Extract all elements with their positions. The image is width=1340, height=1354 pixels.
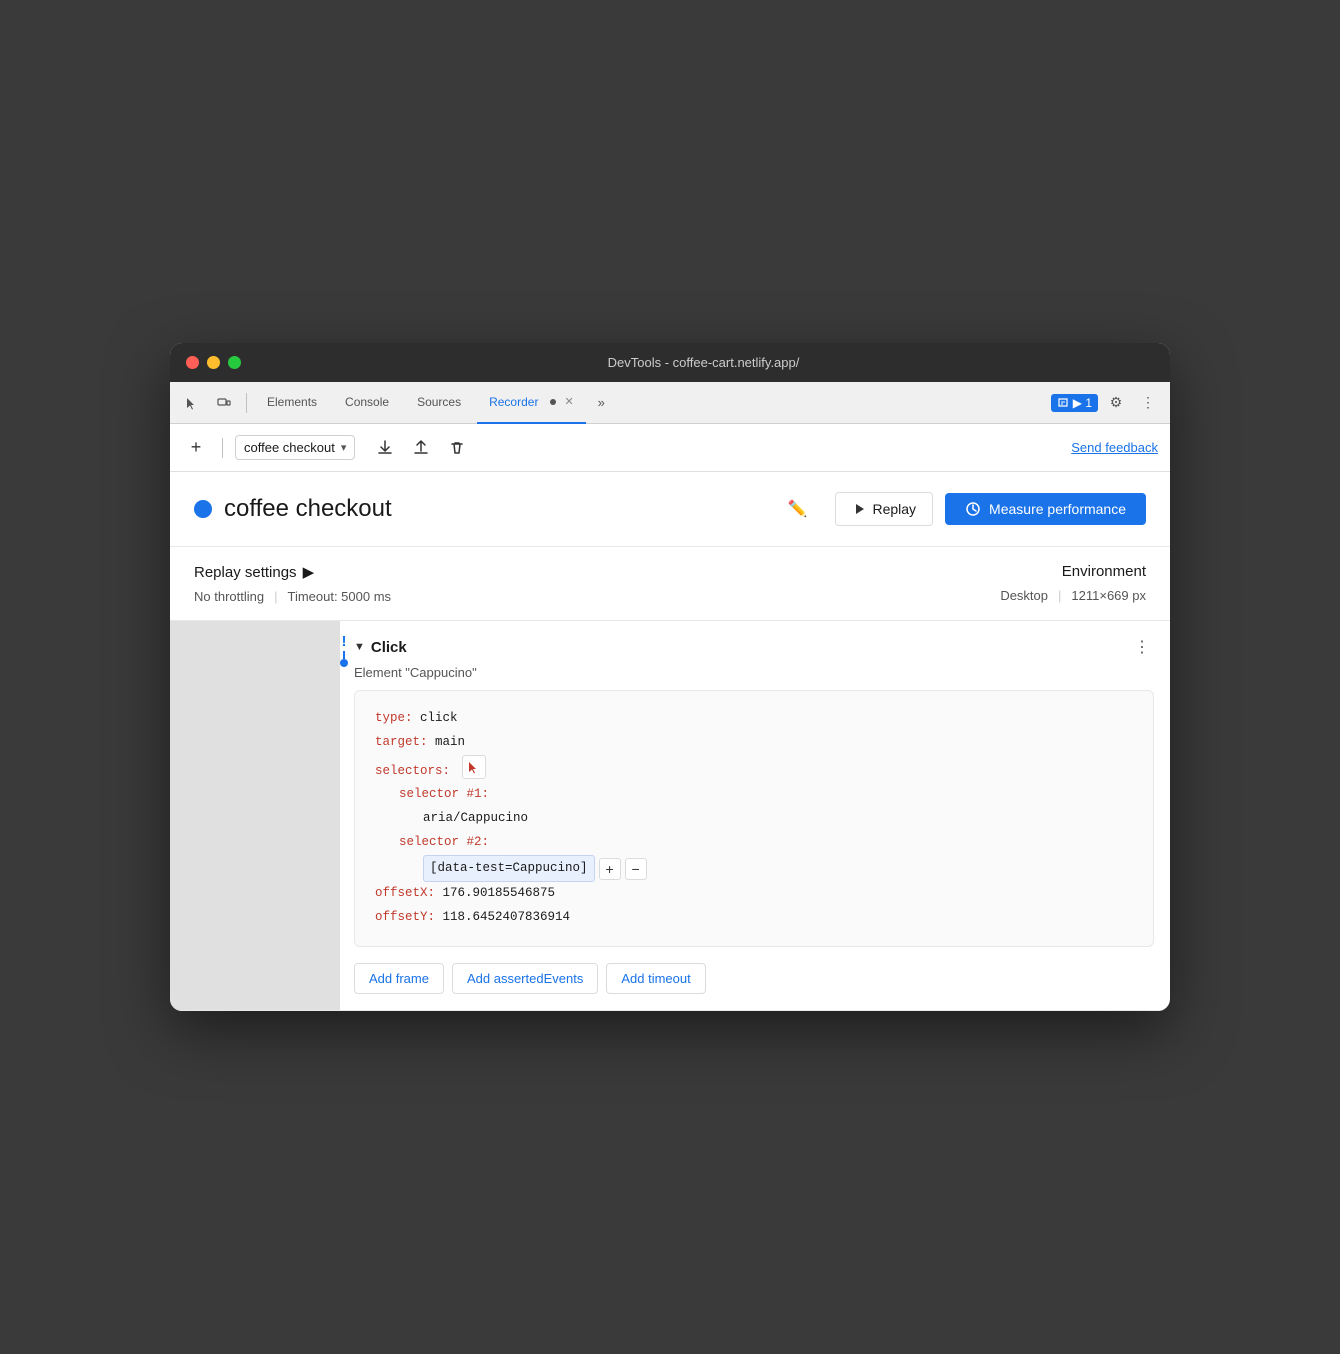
action-buttons: Add frame Add assertedEvents Add timeout (354, 963, 1154, 994)
settings-bar: Replay settings ▶ No throttling | Timeou… (170, 547, 1170, 621)
tab-recorder[interactable]: Recorder ✕ (477, 382, 586, 424)
step-dot-icon (340, 659, 348, 667)
selector1-key: selector #1: (399, 783, 489, 807)
settings-left: Replay settings ▶ No throttling | Timeou… (194, 563, 391, 604)
timeout-label: Timeout: 5000 ms (287, 589, 391, 604)
add-frame-button[interactable]: Add frame (354, 963, 444, 994)
settings-details: No throttling | Timeout: 5000 ms (194, 589, 391, 604)
toolbar-right: ▶ 1 ⚙ ⋮ (1051, 389, 1162, 417)
step-connector-area: ! (340, 633, 348, 667)
selector-add-button[interactable]: + (599, 858, 621, 880)
replay-settings-title[interactable]: Replay settings ▶ (194, 563, 391, 581)
step-more-button[interactable]: ⋮ (1130, 633, 1154, 661)
toolbar-separator-1 (246, 393, 247, 413)
badge[interactable]: ▶ 1 (1051, 394, 1098, 412)
throttling-label: No throttling (194, 589, 264, 604)
add-asserted-events-button[interactable]: Add assertedEvents (452, 963, 598, 994)
selector-remove-button[interactable]: − (625, 858, 647, 880)
cursor-icon[interactable] (178, 389, 206, 417)
device-icon[interactable] (210, 389, 238, 417)
dropdown-arrow-icon: ▾ (341, 441, 347, 454)
add-recording-button[interactable]: + (182, 434, 210, 462)
recorder-bar-left: + coffee checkout ▾ (182, 434, 471, 462)
recorder-bar: + coffee checkout ▾ (170, 424, 1170, 472)
type-key: type: (375, 707, 413, 731)
expand-icon[interactable]: ▼ (354, 641, 365, 653)
close-button[interactable] (186, 356, 199, 369)
send-feedback-button[interactable]: Send feedback (1071, 440, 1158, 455)
recording-header: coffee checkout ✏️ Replay Measure perfor… (170, 472, 1170, 547)
offsetY-key: offsetY: (375, 906, 435, 930)
offsetY-val: 118.6452407836914 (443, 906, 571, 930)
recording-dot (194, 500, 212, 518)
step-type-label: Click (371, 639, 1130, 656)
connector-line (343, 651, 345, 659)
target-key: target: (375, 731, 428, 755)
selector2-val: [data-test=Cappucino] (423, 855, 595, 883)
tab-elements[interactable]: Elements (255, 382, 329, 424)
tab-close-icon[interactable]: ✕ (564, 395, 573, 408)
recording-name-select[interactable]: coffee checkout ▾ (235, 435, 355, 460)
environment-details: Desktop | 1211×669 px (1000, 588, 1146, 603)
recording-title: coffee checkout (224, 495, 776, 523)
maximize-button[interactable] (228, 356, 241, 369)
recorder-separator (222, 438, 223, 458)
recording-name-label: coffee checkout (244, 440, 335, 455)
devtools-window: DevTools - coffee-cart.netlify.app/ Elem… (170, 343, 1170, 1011)
recorder-actions (371, 434, 471, 462)
selector2-key: selector #2: (399, 831, 489, 855)
env-size-label: 1211×669 px (1071, 588, 1146, 603)
step-thumbnail (170, 621, 340, 1010)
settings-icon[interactable]: ⚙ (1102, 389, 1130, 417)
env-type-label: Desktop (1000, 588, 1048, 603)
minimize-button[interactable] (207, 356, 220, 369)
devtools-toolbar: Elements Console Sources Recorder ✕ » (170, 382, 1170, 424)
more-options-icon[interactable]: ⋮ (1134, 389, 1162, 417)
replay-button[interactable]: Replay (835, 492, 933, 526)
step-title-row: ▼ Click ⋮ (354, 633, 1154, 661)
import-button[interactable] (407, 434, 435, 462)
export-button[interactable] (371, 434, 399, 462)
selectors-key: selectors: (375, 760, 450, 784)
add-timeout-button[interactable]: Add timeout (606, 963, 705, 994)
offsetX-val: 176.90185546875 (443, 882, 556, 906)
settings-right: Environment Desktop | 1211×669 px (1000, 563, 1146, 603)
environment-title: Environment (1000, 563, 1146, 580)
delete-button[interactable] (443, 434, 471, 462)
selector1-val: aria/Cappucino (423, 807, 528, 831)
exclamation-icon: ! (342, 633, 347, 651)
tab-console[interactable]: Console (333, 382, 401, 424)
offsetX-key: offsetX: (375, 882, 435, 906)
target-val: main (435, 731, 465, 755)
title-bar: DevTools - coffee-cart.netlify.app/ (170, 343, 1170, 382)
type-val: click (420, 707, 458, 731)
traffic-lights (186, 356, 241, 369)
step-element-label: Element "Cappucino" (354, 665, 1154, 680)
code-block: type: click target: main selectors: (354, 690, 1154, 947)
more-tabs[interactable]: » (590, 395, 613, 410)
tab-sources[interactable]: Sources (405, 382, 473, 424)
step-body: ▼ Click ⋮ Element "Cappucino" type: clic… (354, 633, 1154, 994)
step-right-panel: ! ▼ Click ⋮ Element "Cappucino" type: (340, 621, 1170, 1010)
pick-element-button[interactable] (462, 755, 486, 779)
measure-performance-button[interactable]: Measure performance (945, 493, 1146, 525)
step-row: ! ▼ Click ⋮ Element "Cappucino" type: (170, 621, 1170, 1011)
window-title: DevTools - coffee-cart.netlify.app/ (253, 355, 1154, 370)
edit-icon[interactable]: ✏️ (788, 499, 808, 519)
